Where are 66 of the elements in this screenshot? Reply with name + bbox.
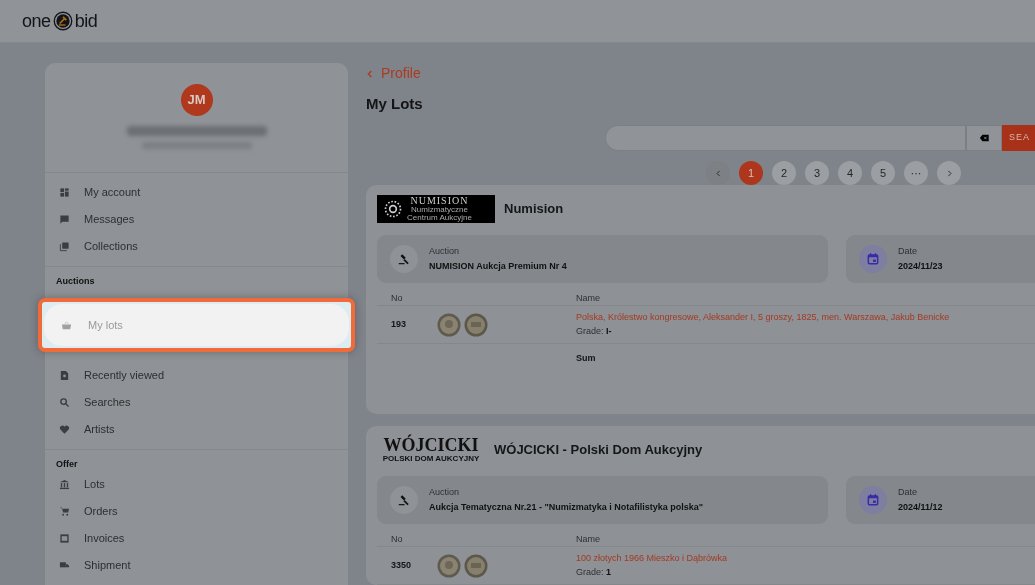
field-label: Auction [429,244,461,258]
menu-item[interactable]: Recently viewed [45,362,348,389]
document-search-icon [59,370,70,381]
page-button[interactable]: 3 [805,161,829,185]
field-value: 2024/11/12 [898,501,943,514]
cart-icon [59,506,70,517]
collections-icon [59,241,70,252]
avatar: JM [180,84,213,116]
menu-item[interactable]: Lots [45,471,348,498]
clear-button[interactable] [966,125,1002,151]
field-label: Auction [429,485,461,499]
page-button[interactable]: 5 [871,161,895,185]
menu-item[interactable]: Orders [45,498,348,525]
field-value: Aukcja Tematyczna Nr.21 - "Numizmatyka i Notafilistyka polska" [429,501,703,514]
field-value: NUMISION Aukcja Premium Nr 4 [429,260,567,273]
chevron-left-icon [366,69,374,78]
chevron-left-icon [714,169,722,177]
column-header: Name [576,292,600,305]
dashboard-icon [59,187,70,198]
calendar-icon [866,493,880,507]
previous-page-button[interactable] [706,161,730,185]
menu-item[interactable]: Collections [45,233,348,260]
ornament-icon [383,199,403,219]
chat-icon [59,214,70,225]
chevron-right-icon [945,169,953,177]
section-heading: Auctions [55,275,96,288]
page-title: My Lots [366,95,424,113]
menu-item[interactable]: Searches [45,389,348,416]
heart-icon [59,424,70,435]
field-value: 2024/11/23 [898,260,943,273]
menu-item[interactable]: Artists [45,416,348,443]
gavel-icon [397,493,411,507]
page-button[interactable]: 4 [838,161,862,185]
section-heading: Offer [55,458,79,471]
column-header: No [390,292,404,305]
lot-grade: Grade: 1 [576,565,613,579]
menu-item[interactable]: Shipment [45,552,348,579]
menu-item[interactable]: My account [45,179,348,206]
lot-number: 3350 [390,558,413,572]
field-label: Date [898,244,918,258]
next-page-button[interactable] [937,161,961,185]
column-header: No [390,533,404,546]
calendar-icon [866,252,880,266]
lot-grade: Grade: I- [576,324,613,338]
page-button[interactable]: 1 [739,161,763,185]
bank-icon [59,479,70,490]
gavel-coin-icon [52,11,73,31]
search-button[interactable]: SEA [1002,125,1035,151]
site-logo[interactable]: one bid [22,7,98,35]
auction-house-name: Numision [504,200,564,219]
basket-icon [61,319,72,331]
field-label: Date [898,485,918,499]
page-button[interactable]: ··· [904,161,928,185]
page-button[interactable]: 2 [772,161,796,185]
search-icon [59,397,70,408]
sum-label: Sum [576,352,596,366]
lot-number: 193 [390,317,408,331]
backspace-icon [977,133,991,143]
gavel-icon [397,252,411,266]
column-header: Name [576,533,600,546]
auction-house-logo: NUMISION Numizmatyczne Centrum Aukcyjne [377,195,495,223]
menu-item[interactable]: Messages [45,206,348,233]
auction-house-name: WÓJCICKI - Polski Dom Aukcyjny [494,441,703,460]
invoice-icon [59,533,70,544]
menu-item[interactable]: Invoices [45,525,348,552]
menu-item[interactable]: My lots [38,298,355,352]
